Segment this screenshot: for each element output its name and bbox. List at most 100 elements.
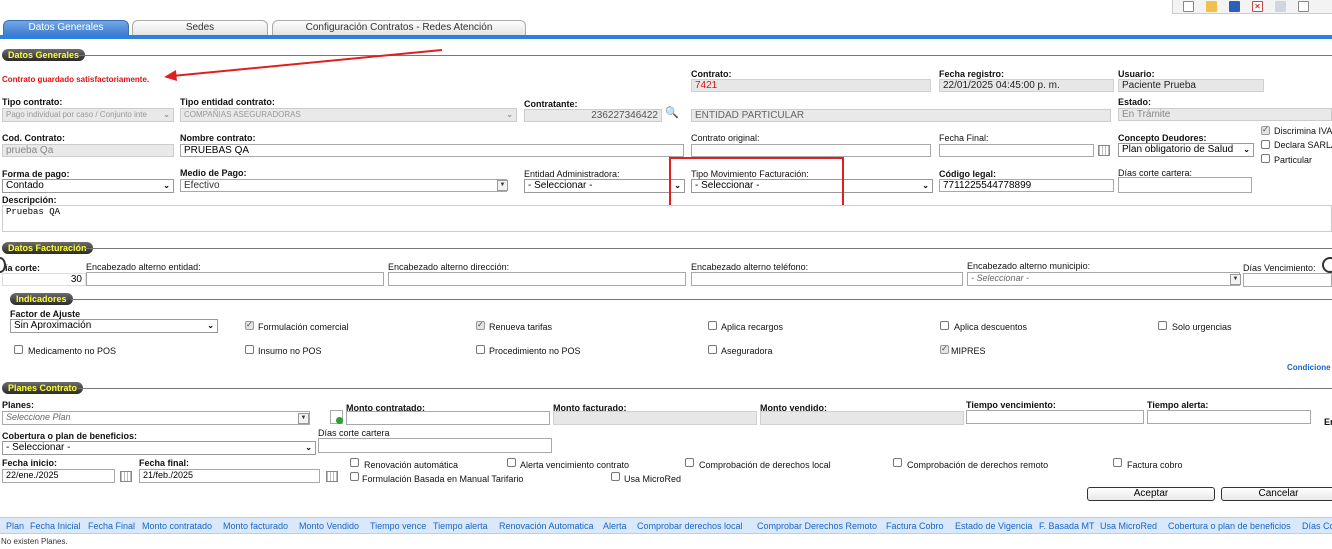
aseguradora-checkbox[interactable] [708, 345, 717, 354]
contrato-original-field[interactable] [691, 144, 931, 157]
dropdown-arrow-icon[interactable]: ▼ [497, 180, 508, 191]
insumo-no-pos-checkbox[interactable] [245, 345, 254, 354]
estado-field: En Trámite [1118, 108, 1332, 121]
formulacion-manual-checkbox[interactable] [350, 472, 359, 481]
medicamento-no-pos-checkbox[interactable] [14, 345, 23, 354]
planes-field[interactable]: Seleccione Plan [2, 411, 310, 425]
calendar-icon[interactable] [326, 471, 338, 482]
declara-sarlaft-checkbox[interactable] [1261, 140, 1270, 149]
usa-microred-checkbox[interactable] [611, 472, 620, 481]
calendar-icon[interactable] [120, 471, 132, 482]
concepto-deudores-select[interactable]: Plan obligatorio de Salud ⌄ [1118, 143, 1254, 157]
aplica-descuentos-checkbox[interactable] [940, 321, 949, 330]
new-document-icon[interactable] [1183, 1, 1194, 12]
open-folder-icon[interactable] [1206, 1, 1217, 12]
renovacion-automatica-checkbox[interactable] [350, 458, 359, 467]
particular-checkbox[interactable] [1261, 154, 1270, 163]
comprobacion-remoto-checkbox[interactable] [893, 458, 902, 467]
medio-pago-field[interactable]: Efectivo [180, 179, 507, 192]
solo-urgencias-checkbox[interactable] [1158, 321, 1167, 330]
tiempo-alerta-field[interactable] [1147, 410, 1311, 424]
column-header[interactable]: Días Co [1302, 521, 1332, 531]
enc-direccion-field[interactable] [388, 272, 686, 286]
fecha-inicio-field[interactable]: 22/ene./2025 [2, 469, 115, 483]
preview-icon[interactable] [1298, 1, 1309, 12]
enc-municipio-field[interactable]: - Seleccionar - [967, 272, 1240, 286]
dias-corte-cartera-plan-field[interactable] [318, 438, 552, 453]
column-header[interactable]: Monto Vendido [299, 521, 359, 531]
nombre-contrato-field[interactable]: PRUEBAS QA [180, 144, 684, 157]
column-header[interactable]: Tiempo alerta [433, 521, 488, 531]
tab-configuracion-contratos[interactable]: Configuración Contratos - Redes Atención [272, 20, 526, 35]
column-header[interactable]: Fecha Final [88, 521, 135, 531]
mipres-checkbox[interactable] [940, 344, 949, 354]
calendar-icon[interactable] [1098, 145, 1110, 156]
dropdown-arrow-icon[interactable]: ▼ [1230, 274, 1241, 285]
usuario-field: Paciente Prueba [1118, 79, 1264, 92]
save-icon[interactable] [1229, 1, 1240, 12]
aceptar-button[interactable]: Aceptar [1087, 487, 1215, 501]
tab-sedes[interactable]: Sedes [132, 20, 268, 35]
contrato-label: Contrato: [691, 69, 732, 79]
enc-direccion-label: Encabezado alterno dirección: [388, 262, 510, 272]
renovacion-automatica-label: Renovación automática [364, 460, 459, 470]
tipo-contrato-select[interactable]: Pago individual por caso / Conjunto inte… [2, 108, 174, 122]
comprobacion-local-checkbox[interactable] [685, 458, 694, 467]
column-header[interactable]: Plan [6, 521, 24, 531]
column-header[interactable]: Fecha Inicial [30, 521, 81, 531]
column-header[interactable]: Comprobar derechos local [637, 521, 743, 531]
column-header[interactable]: Cobertura o plan de beneficios [1168, 521, 1291, 531]
highlight-box [669, 157, 844, 208]
fecha-final-field[interactable] [939, 144, 1094, 157]
formulacion-comercial-checkbox[interactable] [245, 320, 254, 330]
dia-corte-field[interactable]: 30 [2, 273, 86, 286]
column-header[interactable]: Usa MicroRed [1100, 521, 1157, 531]
condiciones-link[interactable]: Condicione [1287, 363, 1331, 372]
descripcion-label: Descripción: [2, 195, 57, 205]
particular-label: Particular [1274, 155, 1313, 165]
delete-icon[interactable]: ✕ [1252, 1, 1263, 12]
monto-contratado-field[interactable] [346, 411, 550, 425]
solo-urgencias-label: Solo urgencias [1172, 322, 1232, 332]
cobertura-select[interactable]: - Seleccionar - ⌄ [2, 441, 316, 455]
descripcion-textarea[interactable]: Pruebas QA [2, 205, 1332, 232]
tab-datos-generales[interactable]: Datos Generales [3, 20, 129, 35]
dropdown-arrow-icon[interactable]: ▼ [298, 413, 309, 424]
forma-pago-select[interactable]: Contado ⌄ [2, 179, 174, 193]
column-header[interactable]: Factura Cobro [886, 521, 944, 531]
enc-entidad-field[interactable] [86, 272, 384, 286]
alerta-vencimiento-checkbox[interactable] [507, 458, 516, 467]
procedimiento-no-pos-checkbox[interactable] [476, 345, 485, 354]
aseguradora-label: Aseguradora [721, 346, 773, 356]
comprobacion-remoto-label: Comprobación de derechos remoto [907, 460, 1049, 470]
column-header[interactable]: Estado de Vigencia [955, 521, 1032, 531]
column-header[interactable]: Comprobar Derechos Remoto [757, 521, 877, 531]
enc-telefono-field[interactable] [691, 272, 963, 286]
formulacion-manual-label: Formulación Basada en Manual Tarifario [362, 474, 524, 484]
column-header[interactable]: Monto contratado [142, 521, 212, 531]
search-icon[interactable]: 🔍 [665, 106, 679, 119]
add-plan-icon[interactable] [330, 410, 343, 424]
cod-contrato-field: prueba Qa [2, 144, 174, 157]
dias-vencimiento-field[interactable] [1243, 273, 1332, 287]
tipo-entidad-select[interactable]: COMPAÑIAS ASEGURADORAS ⌄ [180, 108, 517, 122]
aplica-recargos-checkbox[interactable] [708, 321, 717, 330]
column-header[interactable]: F. Basada MT [1039, 521, 1095, 531]
column-header[interactable]: Alerta [603, 521, 627, 531]
codigo-legal-field[interactable]: 7711225544778899 [939, 179, 1114, 192]
fecha-final-plan-field[interactable]: 21/feb./2025 [139, 469, 320, 483]
factura-cobro-checkbox[interactable] [1113, 458, 1122, 467]
tiempo-vencimiento-field[interactable] [966, 410, 1144, 424]
dias-corte-cartera-field[interactable] [1118, 177, 1252, 193]
discrimina-iva-checkbox[interactable] [1261, 125, 1270, 135]
print-icon[interactable] [1275, 1, 1286, 12]
usuario-label: Usuario: [1118, 69, 1155, 79]
renueva-tarifas-checkbox[interactable] [476, 320, 485, 330]
column-header[interactable]: Renovación Automatica [499, 521, 594, 531]
estado-label: Estado: [1118, 97, 1152, 107]
entidad-admin-select[interactable]: - Seleccionar - ⌄ [524, 179, 685, 193]
column-header[interactable]: Monto facturado [223, 521, 288, 531]
factor-ajuste-select[interactable]: Sin Aproximación ⌄ [10, 319, 218, 333]
column-header[interactable]: Tiempo vence [370, 521, 426, 531]
cancelar-button[interactable]: Cancelar [1221, 487, 1332, 501]
